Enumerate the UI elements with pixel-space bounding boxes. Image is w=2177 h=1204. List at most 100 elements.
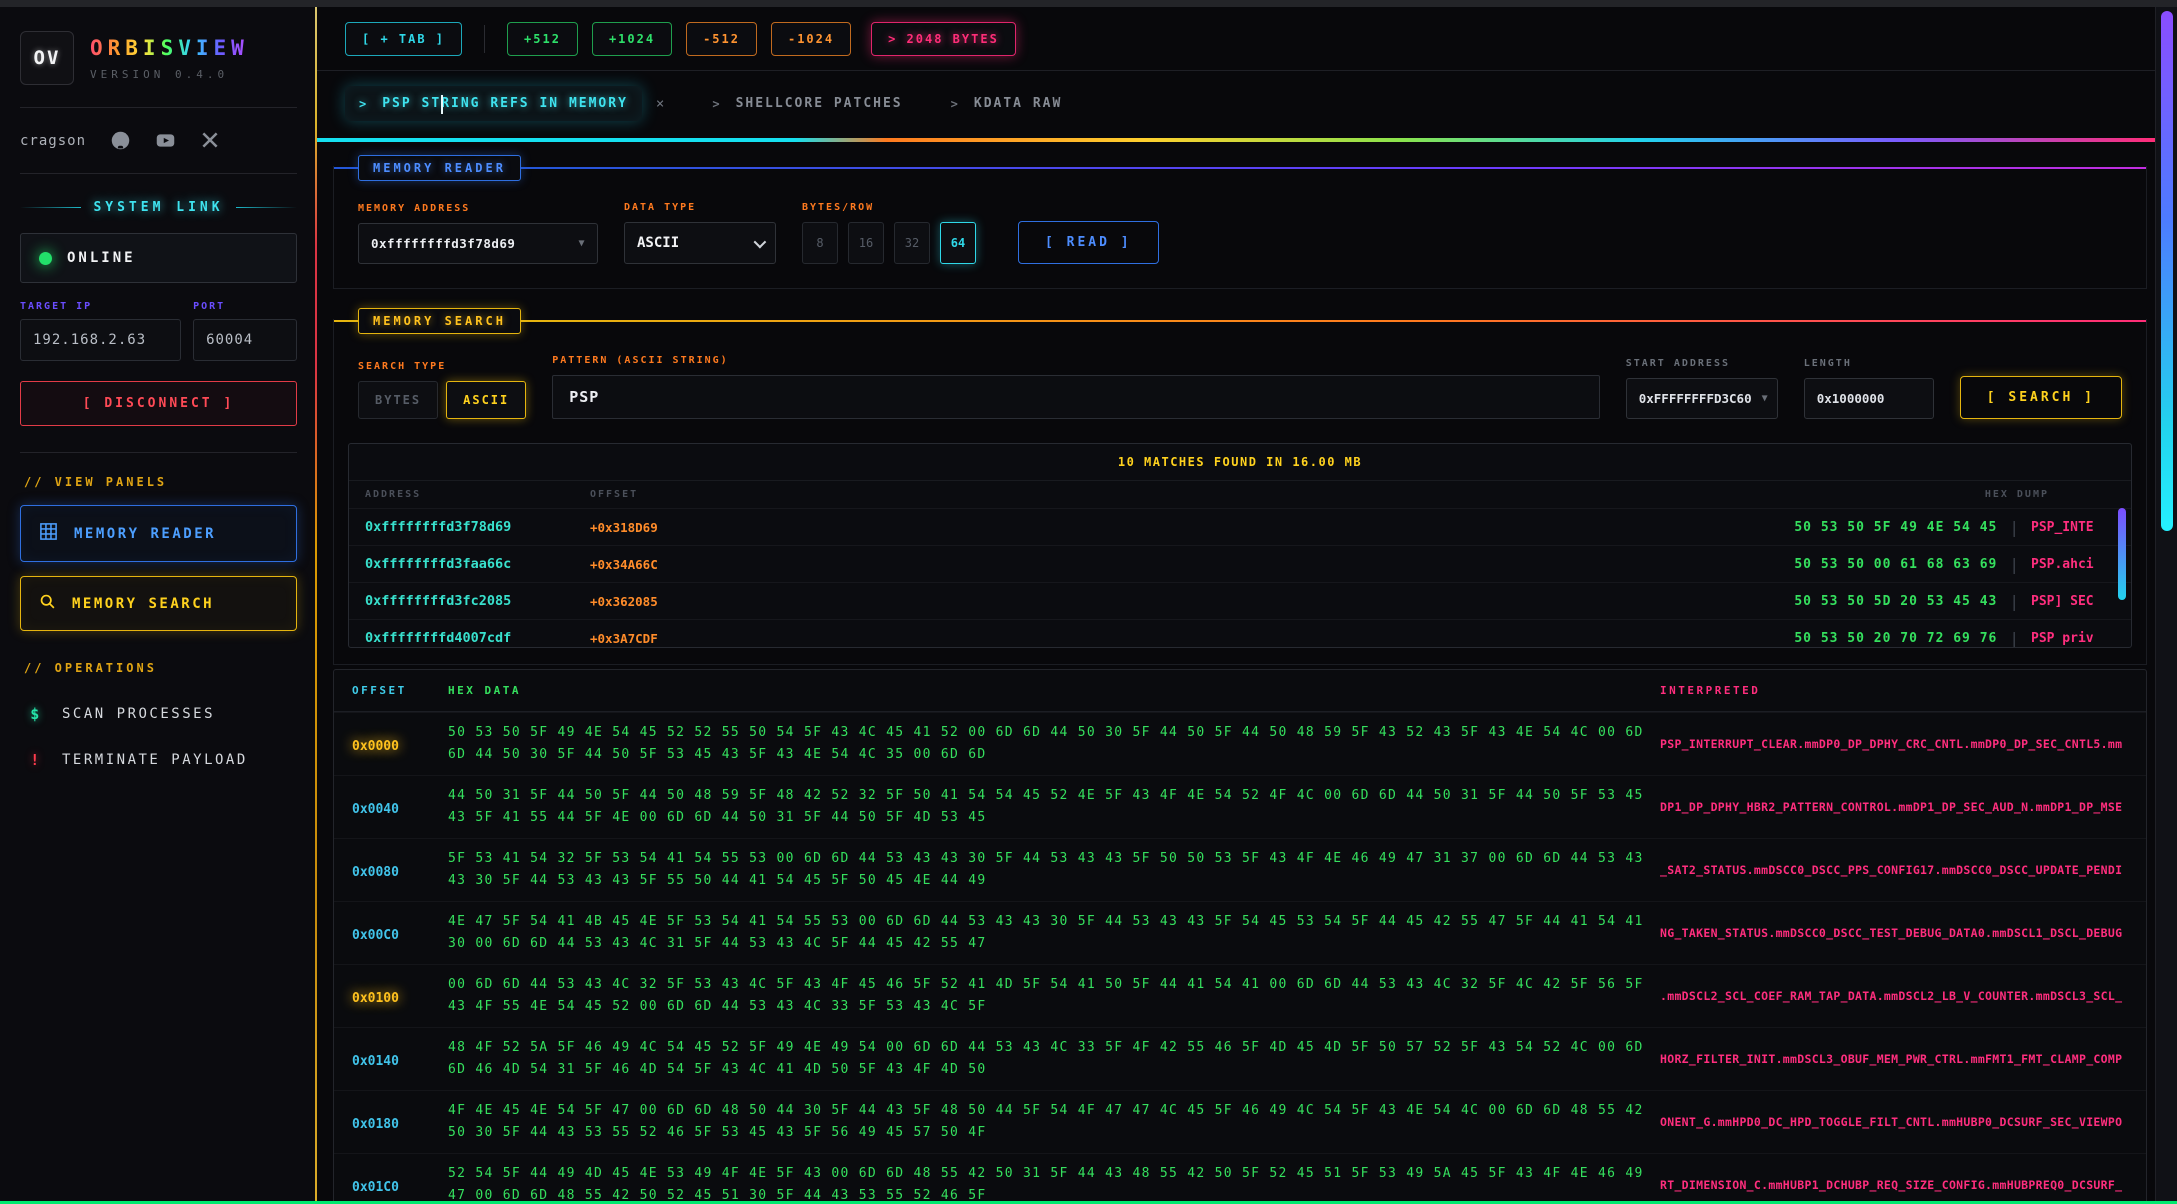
terminate-payload-button[interactable]: ! TERMINATE PAYLOAD [20, 737, 297, 783]
offset-column-header: OFFSET [590, 489, 720, 500]
start-address-input[interactable]: 0xFFFFFFFFD3C60 ▼ [1626, 378, 1778, 419]
github-icon[interactable] [110, 130, 131, 151]
target-ip-label: TARGET IP [20, 301, 181, 312]
interpreted-text: RT_DIMENSION_C.mmHUBP1_DCHUBP_REQ_SIZE_C… [1660, 1178, 2128, 1193]
interpreted-text: NG_TAKEN_STATUS.mmDSCC0_DSCC_TEST_DEBUG_… [1660, 926, 2128, 941]
hex-bytes-line: 6D 44 50 30 5F 44 50 5F 53 45 43 5F 43 4… [448, 744, 1660, 766]
match-address: 0xffffffffd3fc2085 [365, 593, 590, 609]
tab-shellcore-patches[interactable]: > SHELLCORE PATCHES [712, 96, 902, 111]
plus-1024-button[interactable]: +1024 [592, 22, 672, 56]
dropdown-arrow-icon[interactable]: ▼ [578, 238, 585, 249]
port-field[interactable]: 60004 [193, 319, 297, 361]
op-label: SCAN PROCESSES [62, 706, 215, 722]
tab-arrow-icon: > [951, 97, 960, 111]
add-tab-button[interactable]: [ + TAB ] [345, 22, 462, 56]
memory-address-input[interactable]: 0xffffffffd3f78d69 ▼ [358, 223, 598, 264]
address-column-header: ADDRESS [365, 489, 590, 500]
hex-bytes-line: 52 54 5F 44 49 4D 45 4E 53 49 4F 4E 5F 4… [448, 1163, 1660, 1185]
match-address: 0xffffffffd4007cdf [365, 630, 590, 646]
x-icon[interactable] [200, 130, 221, 151]
youtube-icon[interactable] [155, 130, 176, 151]
bytes-16-button[interactable]: 16 [848, 222, 884, 264]
page-scrollbar[interactable] [2155, 7, 2177, 1204]
data-type-select[interactable]: ASCII [624, 222, 776, 264]
system-link-header: SYSTEM LINK [20, 200, 297, 215]
separator: | [2009, 555, 2019, 574]
sidebar-item-memory-search[interactable]: MEMORY SEARCH [20, 576, 297, 631]
match-address: 0xffffffffd3faa66c [365, 556, 590, 572]
exclamation-icon: ! [28, 751, 44, 769]
start-address-label: START ADDRESS [1626, 358, 1778, 369]
match-hex: 50 53 50 5F 49 4E 54 45 [1794, 520, 1997, 535]
interpreted-column-header: INTERPRETED [1660, 684, 2128, 697]
read-button[interactable]: [ READ ] [1018, 221, 1159, 264]
sidebar-item-memory-reader[interactable]: MEMORY READER [20, 505, 297, 562]
toolbar: [ + TAB ] +512 +1024 -512 -1024 > 2048 B… [317, 7, 2155, 71]
tab-kdata-raw[interactable]: > KDATA RAW [951, 96, 1063, 111]
match-row[interactable]: 0xffffffffd4007cdf +0x3A7CDF 50 53 50 20… [349, 619, 2131, 648]
row-offset: 0x0040 [352, 802, 399, 817]
sidebar: OV ORBISVIEW VERSION 0.4.0 cragson SYSTE… [0, 7, 317, 1204]
disconnect-button[interactable]: [ DISCONNECT ] [20, 381, 297, 426]
results-scrollbar-thumb[interactable] [2118, 508, 2126, 600]
tab-label: SHELLCORE PATCHES [736, 96, 903, 111]
row-offset: 0x0080 [352, 865, 399, 880]
tab-label: PSP STRING REFS IN MEMORY [382, 96, 628, 111]
search-results-list: 10 MATCHES FOUND IN 16.00 MB ADDRESS OFF… [348, 443, 2132, 648]
match-hex: 50 53 50 20 70 72 69 76 [1794, 631, 1997, 646]
hex-row: 0x00C0 4E 47 5F 54 41 4B 45 4E 5F 53 54 … [334, 901, 2146, 964]
hex-row: 0x0000 50 53 50 5F 49 4E 54 45 52 52 55 … [334, 712, 2146, 775]
match-row[interactable]: 0xffffffffd3f78d69 +0x318D69 50 53 50 5F… [349, 508, 2131, 545]
hex-bytes-line: 44 50 31 5F 44 50 5F 44 50 48 59 5F 48 4… [448, 785, 1660, 807]
close-tab-icon[interactable]: × [656, 96, 664, 112]
hex-bytes-line: 6D 46 4D 54 31 5F 46 4D 54 5F 43 4C 41 4… [448, 1059, 1660, 1081]
search-type-ascii-button[interactable]: ASCII [446, 381, 526, 419]
hex-bytes-line: 4F 4E 45 4E 54 5F 47 00 6D 6D 48 50 44 3… [448, 1100, 1660, 1122]
match-hex: 50 53 50 00 61 68 63 69 [1794, 557, 1997, 572]
sidebar-item-label: MEMORY SEARCH [72, 596, 214, 612]
offset-column-header: OFFSET [352, 684, 448, 697]
search-type-bytes-button[interactable]: BYTES [358, 381, 438, 419]
match-offset: +0x318D69 [590, 520, 720, 535]
hexdump-column-header: HEX DUMP [1985, 489, 2049, 500]
bytes-32-button[interactable]: 32 [894, 222, 930, 264]
match-ascii: PSP priv [2031, 631, 2115, 646]
row-offset: 0x0140 [352, 1054, 399, 1069]
dropdown-arrow-icon[interactable]: ▼ [1762, 393, 1768, 404]
memory-search-panel: MEMORY SEARCH SEARCH TYPE BYTES ASCII PA… [333, 319, 2147, 665]
chevron-down-icon [754, 235, 767, 248]
bytes-row-label: BYTES/ROW [802, 202, 976, 213]
hex-bytes-line: 48 4F 52 5A 5F 46 49 4C 54 45 52 5F 49 4… [448, 1037, 1660, 1059]
hex-bytes-line: 43 30 5F 44 53 43 43 5F 55 50 44 41 54 4… [448, 870, 1660, 892]
length-input[interactable]: 0x1000000 [1804, 378, 1934, 419]
match-hex: 50 53 50 5D 20 53 45 43 [1794, 594, 1997, 609]
panel-title: MEMORY SEARCH [358, 308, 521, 334]
hex-bytes-line: 00 6D 6D 44 53 43 4C 32 5F 53 43 4C 5F 4… [448, 974, 1660, 996]
tab-arrow-icon: > [712, 97, 721, 111]
minus-1024-button[interactable]: -1024 [771, 22, 851, 56]
bytes-2048-button[interactable]: > 2048 BYTES [871, 22, 1016, 56]
bytes-8-button[interactable]: 8 [802, 222, 838, 264]
dollar-icon: $ [28, 705, 44, 723]
hex-bytes-line: 50 30 5F 44 43 53 55 52 46 5F 53 45 43 5… [448, 1122, 1660, 1144]
match-row[interactable]: 0xffffffffd3fc2085 +0x362085 50 53 50 5D… [349, 582, 2131, 619]
bytes-64-button[interactable]: 64 [940, 222, 976, 264]
app-logo: OV [20, 31, 74, 85]
scan-processes-button[interactable]: $ SCAN PROCESSES [20, 691, 297, 737]
minus-512-button[interactable]: -512 [686, 22, 757, 56]
connection-status: ONLINE [20, 233, 297, 283]
grid-icon [39, 522, 58, 545]
interpreted-text: DP1_DP_DPHY_HBR2_PATTERN_CONTROL.mmDP1_D… [1660, 800, 2128, 815]
match-row[interactable]: 0xffffffffd3faa66c +0x34A66C 50 53 50 00… [349, 545, 2131, 582]
search-button[interactable]: [ SEARCH ] [1960, 376, 2122, 419]
row-offset: 0x0180 [352, 1117, 399, 1132]
port-label: PORT [193, 301, 297, 312]
tab-psp-string-refs[interactable]: > PSP STRING REFS IN MEMORY [345, 86, 642, 121]
pattern-input[interactable]: PSP [552, 375, 1599, 419]
hex-bytes-line: 43 4F 55 4E 54 45 52 00 6D 6D 44 53 43 4… [448, 996, 1660, 1018]
plus-512-button[interactable]: +512 [507, 22, 578, 56]
hex-row: 0x0040 44 50 31 5F 44 50 5F 44 50 48 59 … [334, 775, 2146, 838]
page-scrollbar-thumb[interactable] [2161, 11, 2173, 531]
target-ip-field[interactable]: 192.168.2.63 [20, 319, 181, 361]
match-ascii: PSP.ahci [2031, 557, 2115, 572]
